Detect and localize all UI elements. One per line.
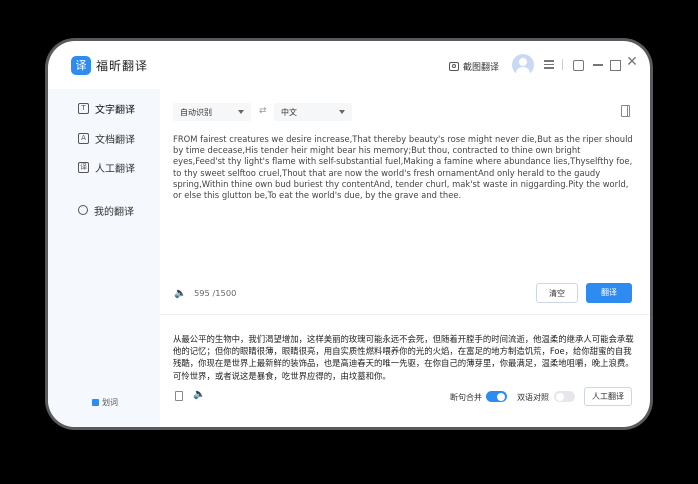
target-language-select[interactable]: 中文 (274, 103, 352, 121)
sidebar-item-label: 人工翻译 (95, 163, 135, 175)
swap-languages-icon[interactable]: ⇄ (259, 106, 267, 116)
document-icon: A (78, 132, 89, 144)
close-icon[interactable]: ✕ (626, 55, 638, 69)
title-bar: 译 福昕翻译 截图翻译 ✕ (48, 41, 650, 89)
pin-window-icon[interactable] (573, 60, 584, 71)
sidebar-item-label: 我的翻译 (94, 206, 134, 218)
merge-sentences-toggle[interactable] (486, 391, 507, 402)
speaker-icon[interactable]: 🔈 (193, 389, 205, 400)
source-language-value: 自动识别 (180, 107, 212, 117)
sidebar-item-document-translate[interactable]: A 文档翻译 (78, 130, 135, 146)
app-logo-icon: 译 (71, 56, 91, 75)
text-icon: T (78, 102, 89, 114)
human-translation-icon: 译 (78, 161, 89, 173)
sidebar-item-human-translate[interactable]: 译 人工翻译 (78, 159, 135, 175)
source-language-select[interactable]: 自动识别 (173, 103, 251, 121)
titlebar-divider (562, 59, 563, 70)
camera-icon (449, 61, 459, 71)
panel-divider (160, 314, 650, 315)
minimize-icon[interactable] (593, 64, 603, 66)
human-translate-button[interactable]: 人工翻译 (584, 387, 632, 406)
word-select-label: 划词 (102, 398, 118, 407)
menu-icon[interactable] (543, 58, 555, 70)
bilingual-toggle[interactable] (554, 391, 575, 402)
checkbox-icon[interactable] (92, 399, 99, 406)
clear-button[interactable]: 清空 (536, 283, 578, 303)
chevron-down-icon (339, 110, 345, 114)
chevron-down-icon (238, 110, 244, 114)
screenshot-translate-label: 截图翻译 (463, 62, 500, 73)
translate-button[interactable]: 翻译 (586, 283, 632, 303)
screenshot-translate-button[interactable]: 截图翻译 (449, 57, 499, 75)
maximize-icon[interactable] (610, 60, 621, 71)
app-name: 福昕翻译 (96, 59, 149, 73)
layout-toggle-icon[interactable] (621, 105, 630, 117)
speaker-icon[interactable]: 🔈 (174, 288, 186, 299)
merge-sentences-label: 断句合并 (450, 393, 482, 402)
sidebar-item-label: 文字翻译 (95, 104, 135, 116)
avatar[interactable] (512, 54, 534, 76)
app-window: 译 福昕翻译 截图翻译 ✕ T 文字翻译 A 文档翻译 译 人工翻译 我的翻译 (48, 41, 650, 427)
translation-result: 从最公平的生物中，我们渴望增加，这样美丽的玫瑰可能永远不会死，但随着开膛手的时间… (173, 334, 634, 381)
sidebar-item-my-translations[interactable]: 我的翻译 (78, 202, 134, 218)
target-language-value: 中文 (281, 107, 297, 117)
sidebar-item-label: 文档翻译 (95, 134, 135, 146)
sidebar-item-text-translate[interactable]: T 文字翻译 (78, 100, 135, 116)
char-count: 595 /1500 (194, 288, 237, 298)
bilingual-label: 双语对照 (517, 393, 549, 402)
word-select-toggle[interactable]: 划词 (92, 397, 118, 408)
source-text-input[interactable]: FROM fairest creatures we desire increas… (173, 134, 635, 201)
sidebar: T 文字翻译 A 文档翻译 译 人工翻译 我的翻译 划词 (48, 89, 160, 427)
user-icon (78, 205, 88, 215)
translate-panel: 自动识别 ⇄ 中文 FROM fairest creatures we desi… (160, 89, 650, 427)
copy-icon[interactable] (175, 391, 183, 401)
